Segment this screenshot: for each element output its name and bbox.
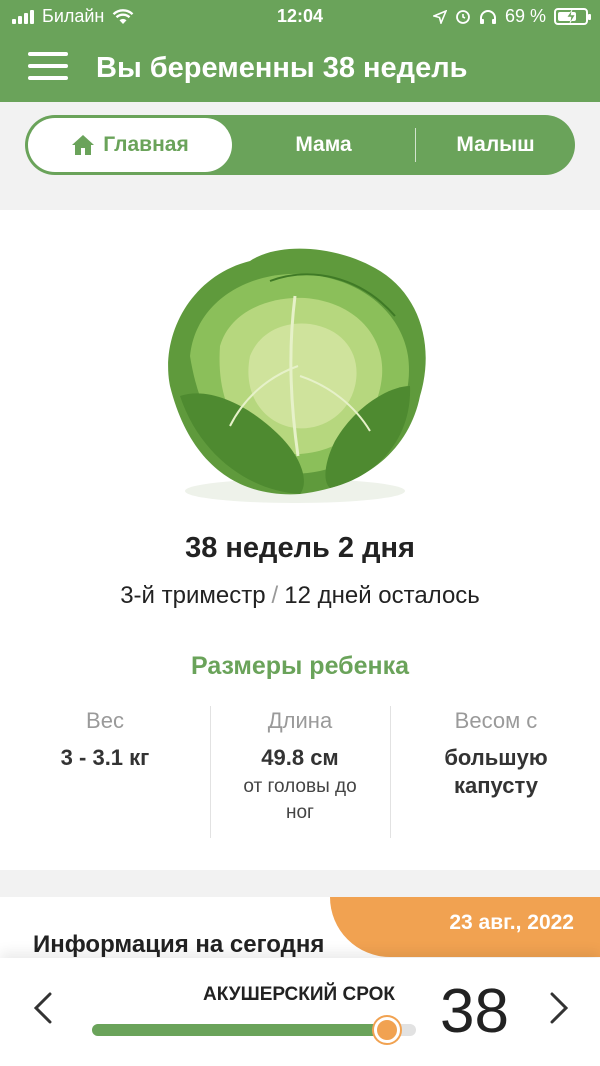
length-label: Длина	[267, 708, 333, 733]
tab-baby-label: Малыш	[456, 133, 535, 156]
tab-home[interactable]: Главная	[28, 118, 232, 172]
compare-label: Весом с	[454, 708, 538, 733]
weight-label: Вес	[86, 708, 124, 733]
weeks-counter: 38 недель 2 дня	[185, 532, 415, 564]
alarm-icon	[456, 9, 470, 24]
length-value: 49.8 см	[261, 745, 339, 770]
tab-baby[interactable]: Малыш	[416, 115, 575, 175]
page-title: Вы беременны 38 недель	[96, 52, 468, 84]
week-selector: АКУШЕРСКИЙ СРОК 38	[0, 958, 600, 1066]
tab-mom-label: Мама	[295, 133, 352, 156]
trimester-info: 3-й триместр/12 дней осталось	[0, 582, 600, 610]
compare-value: большую капусту	[444, 745, 548, 798]
menu-button[interactable]	[28, 52, 68, 82]
obstetric-term-label: АКУШЕРСКИЙ СРОК	[202, 984, 395, 1005]
week-slider-fill	[92, 1024, 387, 1036]
length-column: Длина 49.8 см от головы до ног	[210, 708, 390, 826]
week-number: 38	[440, 977, 509, 1046]
tab-home-label: Главная	[103, 133, 189, 156]
column-divider	[390, 706, 391, 838]
date-badge: 23 авг., 2022	[330, 897, 600, 957]
length-note: от головы до ног	[243, 776, 357, 823]
week-slider[interactable]	[92, 1017, 416, 1043]
battery-icon	[554, 8, 591, 25]
app-bar: Вы беременны 38 недель	[0, 34, 600, 102]
tab-mom[interactable]: Мама	[232, 115, 415, 175]
home-icon	[72, 135, 95, 155]
trimester-label: 3-й триместр	[120, 582, 266, 609]
tab-bar: Главная Мама Малыш	[25, 115, 575, 175]
week-slider-handle[interactable]	[373, 1017, 400, 1043]
weight-column: Вес 3 - 3.1 кг	[15, 708, 195, 772]
pregnancy-summary-card: 38 недель 2 дня 3-й триместр/12 дней ост…	[0, 210, 600, 870]
compare-column: Весом с большую капусту	[406, 708, 586, 800]
daily-info-heading: Информация на сегодня	[33, 931, 325, 958]
baby-sizes-title: Размеры ребенка	[190, 652, 410, 680]
days-remaining: 12 дней осталось	[284, 582, 480, 609]
headphones-icon	[479, 9, 496, 24]
weight-value: 3 - 3.1 кг	[60, 745, 150, 770]
status-bar: Билайн 12:04 69 %	[0, 0, 600, 34]
chevron-right-icon[interactable]	[544, 988, 574, 1028]
location-arrow-icon	[432, 9, 447, 24]
cabbage-image	[168, 248, 426, 503]
separator: /	[271, 582, 279, 609]
battery-percent: 69 %	[504, 6, 546, 26]
